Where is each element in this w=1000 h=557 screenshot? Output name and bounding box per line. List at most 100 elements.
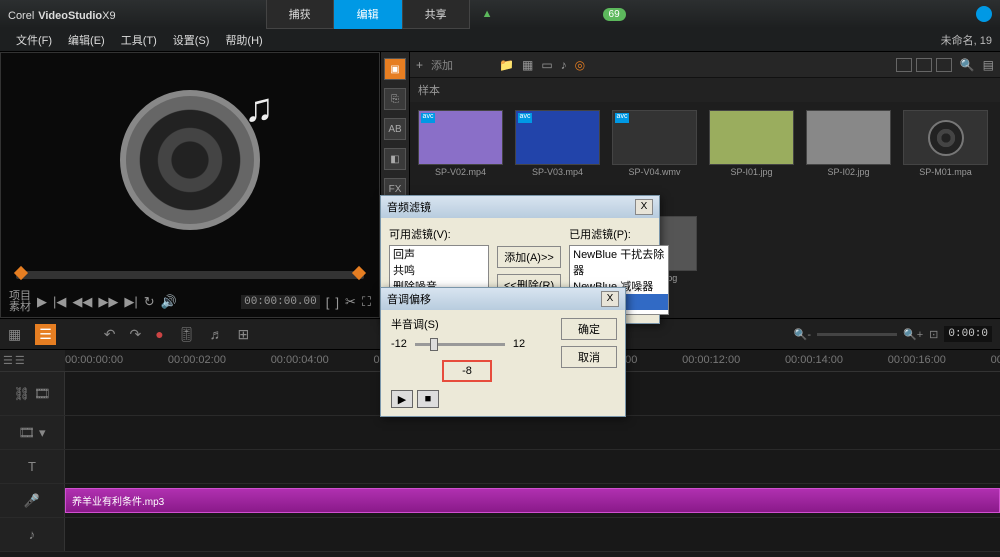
add-label[interactable]: 添加 xyxy=(431,57,453,73)
app-logo: Corel VideoStudioX9 xyxy=(8,6,116,22)
redo-button[interactable]: ↷ xyxy=(130,326,142,343)
menu-file[interactable]: 文件(F) xyxy=(8,32,60,48)
preview-controls: 项目素材 ▶ |◀ ◀◀ ▶▶ ▶| ↻ 🔊 00:00:00.00 [ ] ✂… xyxy=(9,291,371,313)
add-filter-button[interactable]: 添加(A)>> xyxy=(497,246,561,268)
thumb-item[interactable]: avcSP-V04.wmv xyxy=(612,110,697,204)
menu-tools[interactable]: 工具(T) xyxy=(113,32,165,48)
collapse-icon[interactable]: ▤ xyxy=(983,58,994,72)
filter-video-icon[interactable]: ▦ xyxy=(522,58,533,72)
notification-badge[interactable]: 69 xyxy=(603,8,626,21)
ruler-toggle-icon[interactable]: ☰ xyxy=(3,354,13,367)
menu-edit[interactable]: 编辑(E) xyxy=(60,32,113,48)
rewind-button[interactable]: ◀◀ xyxy=(72,294,92,310)
cancel-button[interactable]: 取消 xyxy=(561,346,617,368)
filter-photo-icon[interactable]: ▭ xyxy=(541,58,552,72)
semitone-label: 半音调(S) xyxy=(381,310,553,332)
volume-button[interactable]: 🔊 xyxy=(161,294,177,310)
record-button[interactable]: ● xyxy=(155,326,163,342)
main-tabs: 捕获 编辑 共享 xyxy=(266,0,470,29)
chevron-down-icon[interactable]: ▾ xyxy=(39,425,46,441)
audio-clip[interactable]: 养羊业有利条件.mp3 xyxy=(65,488,1000,513)
voice-track[interactable]: 🎤 养羊业有利条件.mp3 xyxy=(0,484,1000,518)
dialog-title-bar[interactable]: 音频滤镜 X xyxy=(381,196,659,218)
menu-bar: 文件(F) 编辑(E) 工具(T) 设置(S) 帮助(H) 未命名, 19 xyxy=(0,28,1000,52)
speaker-icon: ♫ xyxy=(120,90,260,230)
zoom-slider[interactable] xyxy=(817,333,897,336)
undo-button[interactable]: ↶ xyxy=(104,326,116,343)
title-track[interactable]: T xyxy=(0,450,1000,484)
timeline-view-button[interactable]: ☰ xyxy=(35,324,56,345)
filter-audio-icon[interactable]: ♪ xyxy=(561,58,567,72)
semitone-slider[interactable] xyxy=(415,343,505,346)
video-track-icon: 🎞 xyxy=(34,386,51,402)
music-track[interactable]: ♪ xyxy=(0,518,1000,552)
music-track-icon: ♪ xyxy=(29,527,36,542)
thumb-item[interactable]: SP-M01.mpa xyxy=(903,110,988,204)
cat-graphic-button[interactable]: ◧ xyxy=(384,148,406,170)
split-button[interactable]: ✂ xyxy=(345,294,356,310)
thumb-item[interactable]: SP-I01.jpg xyxy=(709,110,794,204)
preview-stop-button[interactable]: ■ xyxy=(417,390,439,408)
link-icon[interactable]: ⛓ xyxy=(13,386,30,402)
thumb-item[interactable]: avcSP-V02.mp4 xyxy=(418,110,503,204)
prev-button[interactable]: |◀ xyxy=(53,294,66,310)
upload-icon[interactable]: ▲ xyxy=(482,8,493,20)
zoom-out-button[interactable]: 🔍- xyxy=(794,328,811,341)
close-button[interactable]: X xyxy=(635,199,653,215)
search-icon[interactable]: 🔍 xyxy=(960,58,975,72)
title-track-icon: T xyxy=(28,459,36,474)
preview-play-button[interactable]: ▶ xyxy=(391,390,413,408)
view-list-button[interactable] xyxy=(916,58,932,72)
sort-icon[interactable]: ◎ xyxy=(575,58,585,72)
track-manager-button[interactable]: ⊞ xyxy=(238,326,250,343)
overlay-track[interactable]: 🎞▾ xyxy=(0,416,1000,450)
applied-filters-label: 已用滤镜(P): xyxy=(569,226,669,242)
library-toolbar: + 添加 📁 ▦ ▭ ♪ ◎ 🔍 ▤ xyxy=(410,52,1000,78)
add-folder-button[interactable]: + xyxy=(416,58,423,72)
fullscreen-button[interactable]: ⛶ xyxy=(362,294,371,310)
preview-timecode: 00:00:00.00 xyxy=(241,295,320,309)
ruler-head: ☰ ☰ xyxy=(0,350,65,371)
available-filters-label: 可用滤镜(V): xyxy=(389,226,489,242)
timeline-zoom: 🔍- 🔍+ ⊡ 0:00:0 xyxy=(794,326,992,342)
zoom-in-button[interactable]: 🔍+ xyxy=(903,328,923,341)
cat-title-button[interactable]: AB xyxy=(384,118,406,140)
voice-track-icon: 🎤 xyxy=(24,493,40,509)
dialog-title-bar[interactable]: 音调偏移 X xyxy=(381,288,625,310)
dialog-title: 音调偏移 xyxy=(387,291,431,307)
forward-button[interactable]: ▶▶ xyxy=(98,294,118,310)
next-button[interactable]: ▶| xyxy=(124,294,137,310)
mixer-button[interactable]: 🎚 xyxy=(178,326,196,343)
menu-settings[interactable]: 设置(S) xyxy=(165,32,218,48)
tab-share[interactable]: 共享 xyxy=(402,0,470,29)
ruler-toggle-icon[interactable]: ☰ xyxy=(15,354,25,367)
menu-help[interactable]: 帮助(H) xyxy=(217,32,270,48)
thumb-item[interactable]: avcSP-V03.mp4 xyxy=(515,110,600,204)
tab-capture[interactable]: 捕获 xyxy=(266,0,334,29)
folder-icon[interactable]: 📁 xyxy=(499,58,514,72)
preview-scrubber[interactable] xyxy=(16,271,364,279)
music-note-icon: ♫ xyxy=(244,86,274,131)
title-bar: Corel VideoStudioX9 捕获 编辑 共享 ▲ 69 xyxy=(0,0,1000,28)
mark-out-button[interactable]: ] xyxy=(335,295,339,310)
play-button[interactable]: ▶ xyxy=(37,294,47,310)
auto-music-button[interactable]: ♬ xyxy=(210,326,224,342)
view-detail-button[interactable] xyxy=(936,58,952,72)
fit-button[interactable]: ⊡ xyxy=(929,328,938,341)
ok-button[interactable]: 确定 xyxy=(561,318,617,340)
cat-transition-button[interactable]: ⎘ xyxy=(384,88,406,110)
close-button[interactable]: X xyxy=(601,291,619,307)
timeline-timecode: 0:00:0 xyxy=(944,326,992,342)
thumb-item[interactable]: SP-I02.jpg xyxy=(806,110,891,204)
globe-icon[interactable] xyxy=(976,6,992,22)
mark-in-button[interactable]: [ xyxy=(326,295,330,310)
overlay-track-icon: 🎞 xyxy=(18,425,35,441)
view-grid-button[interactable] xyxy=(896,58,912,72)
cat-media-button[interactable]: ▣ xyxy=(384,58,406,80)
slider-max: 12 xyxy=(513,338,525,350)
storyboard-view-button[interactable]: ▦ xyxy=(8,326,21,343)
library-folder-label: 样本 xyxy=(410,78,1000,102)
preview-pane: ♫ 项目素材 ▶ |◀ ◀◀ ▶▶ ▶| ↻ 🔊 00:00:00.00 [ ]… xyxy=(0,52,380,318)
tab-edit[interactable]: 编辑 xyxy=(334,0,402,29)
loop-button[interactable]: ↻ xyxy=(144,294,155,310)
